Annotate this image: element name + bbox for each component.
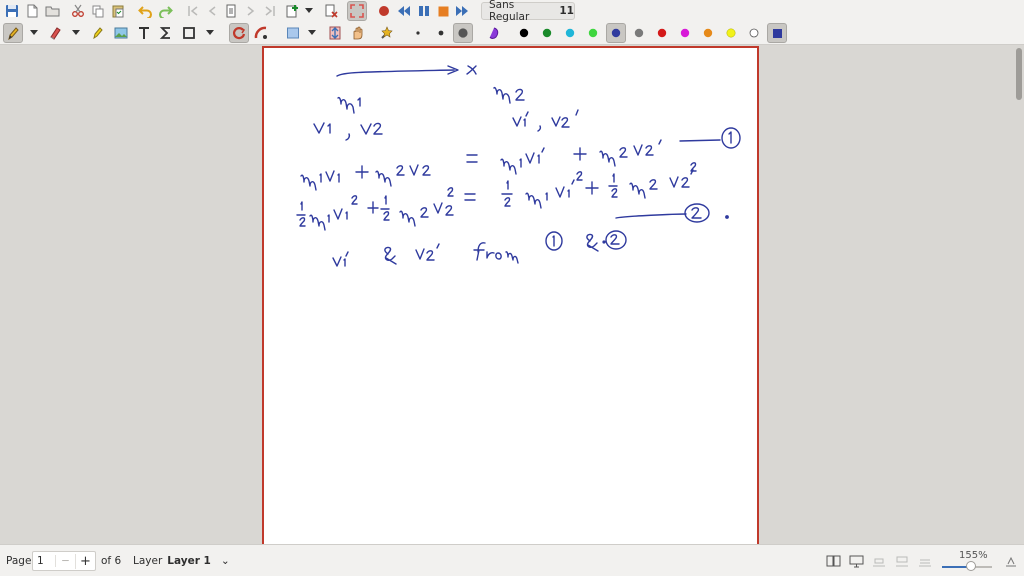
font-name: Sans Regular — [489, 0, 530, 23]
zoom-max-icon[interactable] — [1001, 551, 1021, 571]
previous-page-icon[interactable] — [202, 1, 222, 21]
zoom-in-icon[interactable] — [915, 551, 935, 571]
font-size: 11 — [559, 5, 574, 17]
dual-page-view-icon[interactable] — [823, 551, 843, 571]
layer-label: Layer — [133, 555, 163, 567]
save-icon[interactable] — [2, 1, 22, 21]
vertical-scrollbar[interactable] — [1016, 48, 1022, 100]
layer-name: Layer 1 — [167, 555, 211, 567]
pen-size-fine-icon[interactable] — [408, 23, 428, 43]
select-rectangle-tool-icon[interactable] — [283, 23, 303, 43]
color-orange-swatch[interactable] — [698, 23, 718, 43]
delete-page-icon[interactable] — [321, 1, 341, 21]
undo-icon[interactable] — [135, 1, 155, 21]
image-tool-icon[interactable] — [111, 23, 131, 43]
eraser-dropdown-icon[interactable] — [70, 23, 82, 43]
vertical-space-tool-icon[interactable] — [325, 23, 345, 43]
math-tex-tool-icon[interactable] — [156, 23, 176, 43]
zoom-out-icon[interactable] — [869, 551, 889, 571]
redo-icon[interactable] — [155, 1, 175, 21]
zoom-fit-icon[interactable] — [892, 551, 912, 571]
cut-icon[interactable] — [68, 1, 88, 21]
shape-dropdown-icon[interactable] — [204, 23, 216, 43]
color-cyan-swatch[interactable] — [560, 23, 580, 43]
color-blue-swatch[interactable] — [606, 23, 626, 43]
color-white-swatch[interactable] — [744, 23, 764, 43]
hand-tool-icon[interactable] — [347, 23, 367, 43]
rewind-icon[interactable] — [394, 1, 414, 21]
shape-recognizer-icon[interactable] — [229, 23, 249, 43]
pen-size-thick-icon[interactable] — [453, 23, 473, 43]
insert-page-dropdown-icon[interactable] — [303, 1, 315, 21]
page-label: Page — [6, 555, 32, 567]
layer-dropdown-icon[interactable]: ⌄ — [221, 555, 230, 567]
fill-tool-icon[interactable] — [484, 23, 504, 43]
custom-color-button[interactable] — [767, 23, 787, 43]
main-toolbar: Sans Regular 11 — [0, 0, 1024, 23]
last-page-icon[interactable] — [260, 1, 280, 21]
copy-icon[interactable] — [88, 1, 108, 21]
color-red-swatch[interactable] — [652, 23, 672, 43]
pen-dropdown-icon[interactable] — [28, 23, 40, 43]
pen-tool-icon[interactable] — [3, 23, 23, 43]
layer-selector[interactable]: Layer Layer 1 ⌄ — [133, 545, 230, 576]
paste-icon[interactable] — [108, 1, 128, 21]
page-increment-button[interactable]: + — [75, 553, 95, 569]
first-page-icon[interactable] — [183, 1, 203, 21]
page-number-spinner[interactable]: 1 − + — [32, 551, 96, 571]
zoom-slider-handle[interactable] — [966, 561, 976, 571]
ruler-tool-icon[interactable] — [251, 23, 271, 43]
page-number-input[interactable]: 1 — [33, 555, 55, 567]
goto-page-icon[interactable] — [221, 1, 241, 21]
select-dropdown-icon[interactable] — [306, 23, 318, 43]
handwritten-ink-layer — [296, 65, 741, 267]
default-tools-icon[interactable] — [377, 23, 397, 43]
text-tool-icon[interactable] — [134, 23, 154, 43]
insert-page-icon[interactable] — [282, 1, 302, 21]
next-page-icon[interactable] — [241, 1, 261, 21]
record-icon[interactable] — [374, 1, 394, 21]
stop-icon[interactable] — [433, 1, 453, 21]
pen-size-medium-icon[interactable] — [431, 23, 451, 43]
highlighter-tool-icon[interactable] — [87, 23, 107, 43]
color-black-swatch[interactable] — [514, 23, 534, 43]
color-green-swatch[interactable] — [537, 23, 557, 43]
font-selector-button[interactable]: Sans Regular 11 — [481, 0, 575, 23]
status-bar: Page 1 − + of 6 Layer Layer 1 ⌄ 155% — [0, 544, 1024, 576]
presentation-mode-icon[interactable] — [846, 551, 866, 571]
new-document-icon[interactable] — [22, 1, 42, 21]
fast-forward-icon[interactable] — [452, 1, 472, 21]
canvas-area[interactable] — [0, 46, 1024, 544]
color-gray-swatch[interactable] — [629, 23, 649, 43]
journal-page[interactable] — [262, 46, 759, 544]
open-folder-icon[interactable] — [42, 1, 62, 21]
tools-toolbar — [0, 22, 1024, 45]
color-light-green-swatch[interactable] — [583, 23, 603, 43]
page-decrement-button[interactable]: − — [55, 555, 75, 567]
page-count-label: of 6 — [101, 555, 122, 567]
color-yellow-swatch[interactable] — [721, 23, 741, 43]
color-magenta-swatch[interactable] — [675, 23, 695, 43]
shape-rectangle-tool-icon[interactable] — [179, 23, 199, 43]
eraser-tool-icon[interactable] — [45, 23, 65, 43]
pause-icon[interactable] — [414, 1, 434, 21]
fullscreen-icon[interactable] — [347, 1, 367, 21]
